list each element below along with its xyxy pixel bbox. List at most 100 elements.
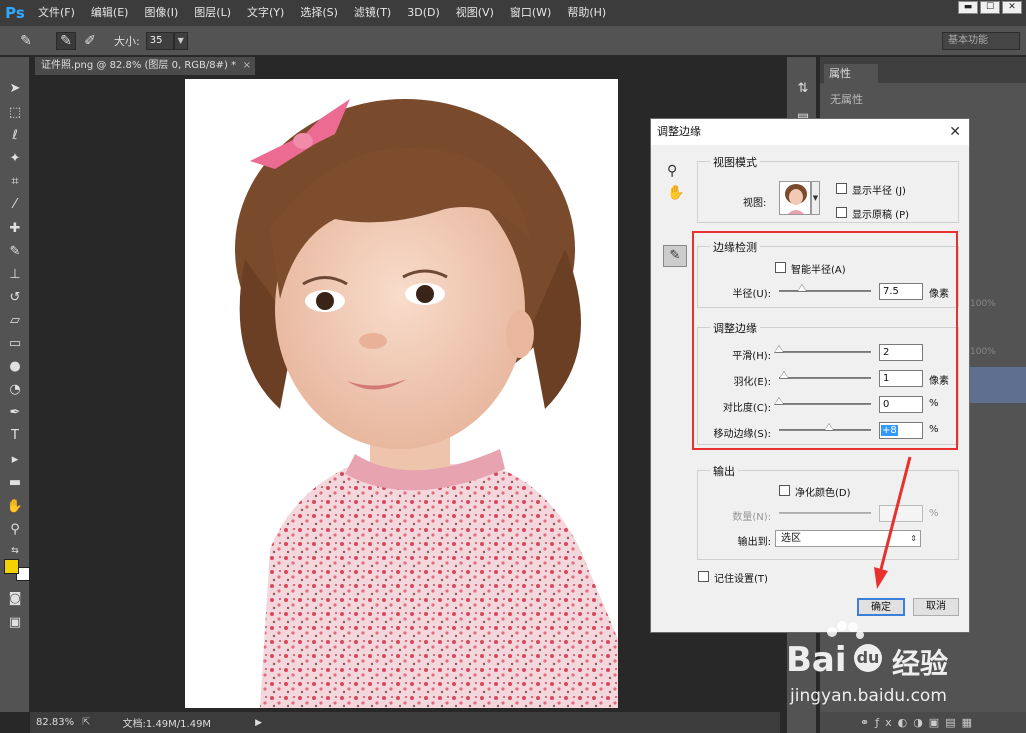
history-brush-tool-icon[interactable]: ↺ [5, 288, 25, 308]
menu-window[interactable]: 窗口(W) [502, 0, 559, 26]
crop-tool-icon[interactable]: ⌗ [5, 172, 25, 192]
document-canvas[interactable] [185, 79, 618, 708]
show-original-label: 显示原稿 (P) [852, 210, 910, 221]
photoshop-logo: Ps [5, 4, 25, 22]
menu-type[interactable]: 文字(Y) [239, 0, 292, 26]
dodge-tool-icon[interactable]: ◔ [5, 380, 25, 400]
hand-tool-icon[interactable]: ✋ [5, 497, 25, 517]
pen-tool-icon[interactable]: ✒ [5, 403, 25, 423]
dialog-title: 调整边缘 [657, 125, 701, 138]
quick-mask-icon[interactable]: ◙ [5, 589, 25, 609]
menu-help[interactable]: 帮助(H) [559, 0, 614, 26]
amount-unit: % [929, 508, 939, 519]
view-mode-title: 视图模式 [710, 154, 760, 170]
document-size: 文档:1.49M/1.49M [122, 719, 212, 730]
layers-footer-icons[interactable]: ⚭ƒx◐◑▣▤▦ [820, 712, 1026, 733]
share-icon[interactable]: ⇱ [82, 717, 90, 728]
amount-label: 数量(N): [732, 512, 771, 523]
minimize-button[interactable]: ▬ [958, 1, 978, 14]
erase-refinements-tool-icon[interactable]: ✐ [80, 33, 100, 49]
menu-file[interactable]: 文件(F) [30, 0, 83, 26]
document-tab-title: 证件照.png @ 82.8% (图层 0, RGB/8#) * [41, 60, 237, 71]
view-dropdown-icon[interactable]: ▼ [811, 181, 820, 215]
eraser-tool-icon[interactable]: ▱ [5, 311, 25, 331]
watermark-url: jingyan.baidu.com [790, 686, 947, 706]
brush-size-label: 大小: [114, 34, 140, 48]
stamp-tool-icon[interactable]: ⊥ [5, 265, 25, 285]
watermark-brand-cn: 经验 [892, 647, 949, 680]
magic-wand-tool-icon[interactable]: ✦ [5, 149, 25, 169]
red-arrow-annotation [874, 456, 912, 589]
zoom-tool-icon[interactable]: ⚲ [5, 520, 25, 540]
close-tab-icon[interactable]: × [243, 57, 251, 75]
gradient-tool-icon[interactable]: ▭ [5, 334, 25, 354]
cancel-button[interactable]: 取消 [913, 598, 959, 616]
menu-edit[interactable]: 编辑(E) [83, 0, 137, 26]
chevron-down-icon[interactable]: ▼ [173, 31, 188, 50]
view-thumbnail[interactable] [779, 181, 811, 215]
lasso-tool-icon[interactable]: ℓ [5, 126, 25, 146]
menu-3d[interactable]: 3D(D) [399, 0, 448, 26]
type-tool-icon[interactable]: T [5, 426, 25, 446]
foreground-color-swatch[interactable] [4, 559, 19, 574]
menu-select[interactable]: 选择(S) [292, 0, 346, 26]
menu-layer[interactable]: 图层(L) [186, 0, 239, 26]
swap-colors-icon[interactable]: ⇆ [5, 541, 25, 561]
output-to-value: 选区 [781, 533, 801, 544]
view-label: 视图: [743, 198, 767, 209]
shape-tool-icon[interactable]: ▬ [5, 473, 25, 493]
workspace-selector[interactable]: 基本功能 [942, 32, 1020, 50]
output-to-label: 输出到: [737, 537, 771, 548]
show-radius-checkbox[interactable] [836, 183, 847, 194]
tab-properties[interactable]: 属性 [824, 64, 878, 83]
healing-tool-icon[interactable]: ✚ [5, 219, 25, 239]
layer-opacity-value[interactable]: 100% [970, 295, 1026, 313]
child-portrait-image [235, 99, 618, 708]
menu-image[interactable]: 图像(I) [136, 0, 186, 26]
hand-tool-icon[interactable]: ✋ [667, 185, 684, 201]
dialog-titlebar: 调整边缘 ✕ [651, 119, 969, 145]
properties-empty-text: 无属性 [830, 93, 863, 106]
brush-preset-icon[interactable]: ✎ [16, 33, 36, 49]
decontaminate-colors-label: 净化颜色(D) [795, 488, 851, 499]
zoom-level[interactable]: 82.83% [36, 717, 74, 728]
window-controls: ▬ ☐ ✕ [958, 1, 1022, 14]
show-original-checkbox[interactable] [836, 207, 847, 218]
watermark-brand: Bai [786, 640, 847, 680]
decontaminate-colors-checkbox[interactable] [779, 485, 790, 496]
thumbnail-image [785, 184, 807, 214]
layer-fill-value[interactable]: 100% [970, 343, 1026, 361]
status-bar: 82.83% ⇱ 文档:1.49M/1.49M ▶ [30, 712, 780, 733]
amount-slider[interactable] [779, 512, 871, 514]
baidu-jingyan-watermark: Bai du 经验 jingyan.baidu.com [780, 618, 980, 713]
options-bar: ✎ ✎ ✐ 大小: 35 ▼ 基本功能 [0, 26, 1026, 56]
brush-size-input[interactable]: 35 [145, 31, 174, 50]
document-tab[interactable]: 证件照.png @ 82.8% (图层 0, RGB/8#) * × [35, 57, 255, 75]
blur-tool-icon[interactable]: ● [5, 357, 25, 377]
close-icon[interactable]: ✕ [949, 119, 961, 145]
history-panel-icon[interactable]: ⇅ [793, 79, 813, 99]
selected-layer-row[interactable] [970, 367, 1026, 403]
menu-filter[interactable]: 滤镜(T) [346, 0, 399, 26]
refine-radius-tool-icon[interactable]: ✎ [663, 245, 687, 267]
maximize-button[interactable]: ☐ [980, 1, 1000, 14]
refine-radius-tool-icon[interactable]: ✎ [56, 31, 76, 50]
marquee-tool-icon[interactable]: ⬚ [5, 103, 25, 123]
move-tool-icon[interactable]: ➤ [5, 79, 25, 99]
remember-settings-checkbox[interactable] [698, 571, 709, 582]
zoom-tool-icon[interactable]: ⚲ [667, 163, 677, 179]
show-radius-label: 显示半径 (J) [852, 186, 906, 197]
close-window-button[interactable]: ✕ [1002, 1, 1022, 14]
screen-mode-icon[interactable]: ▣ [5, 613, 25, 633]
status-menu-arrow-icon[interactable]: ▶ [255, 718, 262, 728]
highlight-box [692, 231, 958, 450]
paw-badge-icon: du [854, 644, 882, 672]
brush-tool-icon[interactable]: ✎ [5, 242, 25, 262]
menu-view[interactable]: 视图(V) [448, 0, 502, 26]
tools-panel: ➤ ⬚ ℓ ✦ ⌗ ⁄ ✚ ✎ ⊥ ↺ ▱ ▭ ● ◔ ✒ T ▸ ▬ ✋ ⚲ … [0, 57, 30, 712]
eyedropper-tool-icon[interactable]: ⁄ [5, 195, 25, 215]
path-selection-tool-icon[interactable]: ▸ [5, 450, 25, 470]
view-mode-group: 视图模式 [697, 154, 959, 223]
output-title: 输出 [710, 463, 738, 479]
ok-button[interactable]: 确定 [857, 598, 905, 616]
